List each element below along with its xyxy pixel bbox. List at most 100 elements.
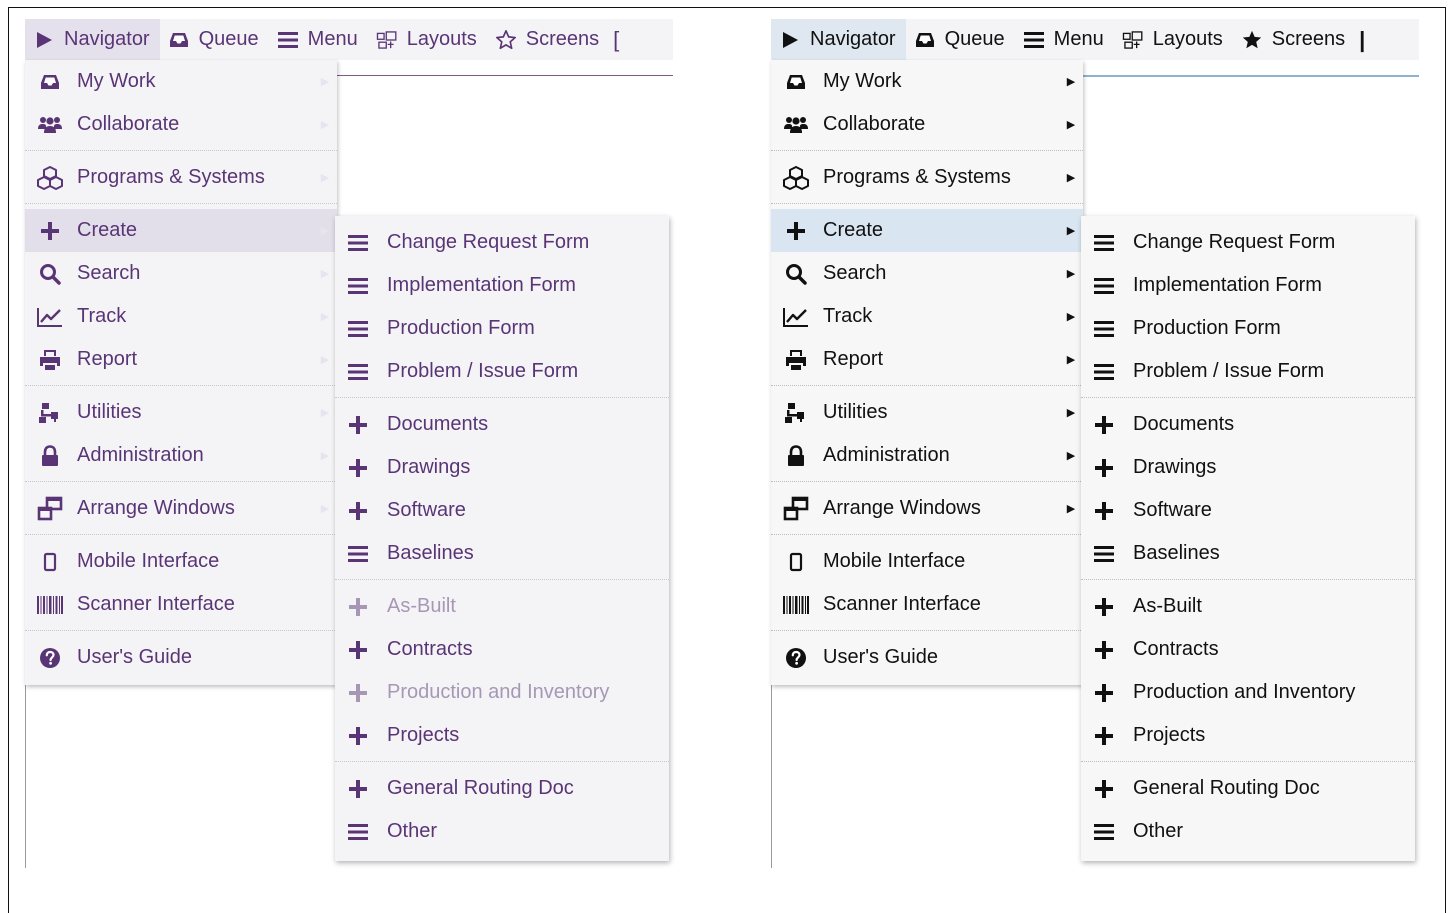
menu-item-scanner-interface[interactable]: Scanner Interface [25, 583, 337, 626]
submenu-item-label: Documents [387, 413, 489, 435]
caret-right-icon: ▶ [1066, 119, 1076, 131]
menu-item-create[interactable]: Create ▶ [771, 209, 1083, 252]
submenu-item-label: Implementation Form [387, 274, 576, 296]
caret-right-icon: ▶ [1066, 407, 1076, 419]
submenu-item-documents[interactable]: Documents [335, 403, 669, 446]
topbar-menu[interactable]: Menu [1015, 19, 1114, 60]
caret-right-icon: ▶ [1066, 172, 1076, 184]
submenu-item-baselines[interactable]: Baselines [1081, 532, 1415, 575]
menu-item-collaborate[interactable]: Collaborate ▶ [771, 103, 1083, 146]
sitemap-icon [35, 402, 65, 424]
menu-item-search[interactable]: Search ▶ [771, 252, 1083, 295]
submenu-item-software[interactable]: Software [1081, 489, 1415, 532]
hamburger-icon [1091, 234, 1117, 252]
submenu-item-drawings[interactable]: Drawings [335, 446, 669, 489]
submenu-item-label: Problem / Issue Form [1133, 360, 1325, 382]
menu-separator [771, 534, 1083, 535]
topbar-layouts[interactable]: Layouts [368, 19, 487, 60]
submenu-item-projects[interactable]: Projects [335, 714, 669, 757]
submenu-item-change-request-form[interactable]: Change Request Form [335, 221, 669, 264]
submenu-item-production-and-inventory[interactable]: Production and Inventory [1081, 671, 1415, 714]
submenu-item-label: Production and Inventory [1133, 681, 1356, 703]
submenu-item-label: Contracts [387, 638, 473, 660]
submenu-item-label: Implementation Form [1133, 274, 1322, 296]
question-icon [781, 647, 811, 669]
menu-item-label: User's Guide [77, 646, 192, 668]
submenu-item-documents[interactable]: Documents [1081, 403, 1415, 446]
submenu-item-other[interactable]: Other [1081, 810, 1415, 853]
topbar-label: Screens [525, 28, 600, 50]
topbar-menu[interactable]: Menu [269, 19, 368, 60]
submenu-item-production-form[interactable]: Production Form [335, 307, 669, 350]
menu-item-label: Administration [823, 444, 950, 466]
menu-item-mobile-interface[interactable]: Mobile Interface [25, 540, 337, 583]
menu-item-utilities[interactable]: Utilities ▶ [25, 391, 337, 434]
topbar-navigator[interactable]: Navigator [25, 19, 160, 60]
topbar-navigator[interactable]: Navigator [771, 19, 906, 60]
submenu-item-as-built[interactable]: As-Built [1081, 585, 1415, 628]
topbar-screens[interactable]: Screens [1233, 19, 1355, 60]
plus-icon [35, 221, 65, 241]
submenu-item-production-form[interactable]: Production Form [1081, 307, 1415, 350]
submenu-item-general-routing-doc[interactable]: General Routing Doc [1081, 767, 1415, 810]
submenu-item-drawings[interactable]: Drawings [1081, 446, 1415, 489]
menu-item-mobile-interface[interactable]: Mobile Interface [771, 540, 1083, 583]
menu-item-programs-systems[interactable]: Programs & Systems ▶ [771, 156, 1083, 199]
lock-icon [35, 444, 65, 467]
submenu-item-production-and-inventory[interactable]: Production and Inventory [335, 671, 669, 714]
hamburger-icon [1091, 277, 1117, 295]
caret-right-icon: ▶ [1066, 268, 1076, 280]
menu-item-users-guide[interactable]: User's Guide [25, 636, 337, 679]
submenu-item-implementation-form[interactable]: Implementation Form [1081, 264, 1415, 307]
topbar-queue[interactable]: Queue [160, 19, 269, 60]
line-chart-icon [35, 306, 65, 328]
submenu-item-projects[interactable]: Projects [1081, 714, 1415, 757]
caret-right-icon: ▶ [1066, 225, 1076, 237]
menu-item-track[interactable]: Track ▶ [25, 295, 337, 338]
navigator-menu: My Work ▶ Collaborate ▶ Programs & Systems… [25, 60, 337, 685]
topbar-layouts[interactable]: Layouts [1114, 19, 1233, 60]
inbox-icon [914, 29, 936, 51]
submenu-item-implementation-form[interactable]: Implementation Form [335, 264, 669, 307]
menu-item-arrange-windows[interactable]: Arrange Windows ▶ [25, 487, 337, 530]
hamburger-icon [1091, 823, 1117, 841]
submenu-item-other[interactable]: Other [335, 810, 669, 853]
menu-item-my-work[interactable]: My Work ▶ [25, 60, 337, 103]
submenu-item-problem-issue-form[interactable]: Problem / Issue Form [1081, 350, 1415, 393]
submenu-item-baselines[interactable]: Baselines [335, 532, 669, 575]
submenu-item-as-built[interactable]: As-Built [335, 585, 669, 628]
submenu-item-contracts[interactable]: Contracts [1081, 628, 1415, 671]
menu-item-label: Programs & Systems [77, 166, 265, 188]
submenu-item-problem-issue-form[interactable]: Problem / Issue Form [335, 350, 669, 393]
hamburger-icon [1023, 29, 1045, 51]
menu-item-arrange-windows[interactable]: Arrange Windows ▶ [771, 487, 1083, 530]
plus-icon [1091, 415, 1117, 435]
submenu-item-general-routing-doc[interactable]: General Routing Doc [335, 767, 669, 810]
menu-item-my-work[interactable]: My Work ▶ [771, 60, 1083, 103]
topbar-screens[interactable]: Screens [487, 19, 609, 60]
plus-icon [1091, 779, 1117, 799]
menu-item-scanner-interface[interactable]: Scanner Interface [771, 583, 1083, 626]
menu-item-create[interactable]: Create ▶ [25, 209, 337, 252]
menu-item-administration[interactable]: Administration ▶ [771, 434, 1083, 477]
menu-item-collaborate[interactable]: Collaborate ▶ [25, 103, 337, 146]
topbar-queue[interactable]: Queue [906, 19, 1015, 60]
menu-item-label: Arrange Windows [77, 497, 235, 519]
menu-item-administration[interactable]: Administration ▶ [25, 434, 337, 477]
menu-item-users-guide[interactable]: User's Guide [771, 636, 1083, 679]
menu-item-label: Search [77, 262, 141, 284]
menu-item-report[interactable]: Report ▶ [25, 338, 337, 381]
menu-separator [771, 150, 1083, 151]
barcode-icon [35, 595, 65, 615]
menu-separator [25, 534, 337, 535]
menu-item-report[interactable]: Report ▶ [771, 338, 1083, 381]
submenu-item-change-request-form[interactable]: Change Request Form [1081, 221, 1415, 264]
hamburger-icon [345, 545, 371, 563]
submenu-item-software[interactable]: Software [335, 489, 669, 532]
menu-item-utilities[interactable]: Utilities ▶ [771, 391, 1083, 434]
menu-separator [771, 385, 1083, 386]
menu-item-programs-systems[interactable]: Programs & Systems ▶ [25, 156, 337, 199]
menu-item-track[interactable]: Track ▶ [771, 295, 1083, 338]
submenu-item-contracts[interactable]: Contracts [335, 628, 669, 671]
menu-item-search[interactable]: Search ▶ [25, 252, 337, 295]
